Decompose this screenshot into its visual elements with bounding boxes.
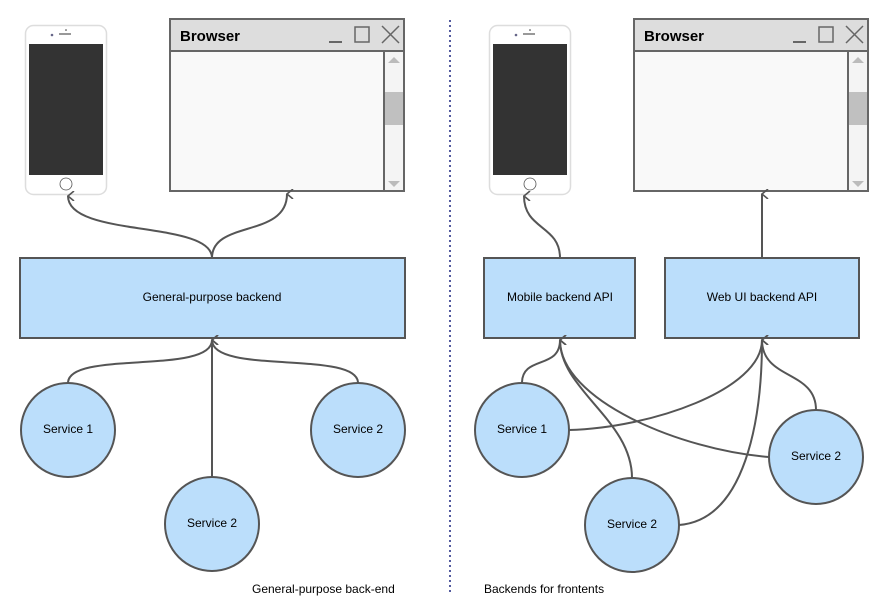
connector-service1 [67, 340, 212, 384]
mobile-phone-icon [488, 24, 572, 196]
backend-label: General-purpose backend [143, 290, 282, 304]
connector-mobile-api-to-phone [524, 196, 561, 259]
browser-title: Browser [180, 28, 240, 45]
connector [762, 340, 817, 411]
connector-service2-right [212, 340, 359, 384]
connector-backend-to-browser [211, 194, 287, 259]
service-label: Service 1 [497, 422, 547, 436]
service-label: Service 2 [333, 422, 383, 436]
web-api-label: Web UI backend API [707, 290, 818, 304]
diagram-canvas: Browser General-purpose backend Service … [19, 18, 869, 596]
right-caption: Backends for frontents [484, 582, 604, 596]
connector [560, 340, 633, 479]
connector-backend-to-phone [68, 196, 213, 259]
connector [568, 340, 762, 431]
browser-window-right: Browser [633, 18, 869, 192]
left-panel: Browser General-purpose backend Service … [19, 18, 406, 596]
mobile-phone-icon [24, 24, 108, 196]
service-label: Service 2 [607, 517, 657, 531]
browser-title: Browser [644, 28, 704, 45]
right-panel: Browser Mobile backend API Web UI backen… [474, 18, 869, 596]
mobile-api-label: Mobile backend API [507, 290, 613, 304]
connector [521, 340, 560, 384]
browser-window-left: Browser [169, 18, 405, 192]
service-label: Service 2 [187, 516, 237, 530]
connector [560, 340, 770, 458]
service-label: Service 1 [43, 422, 93, 436]
left-caption: General-purpose back-end [252, 582, 395, 596]
service-label: Service 2 [791, 449, 841, 463]
